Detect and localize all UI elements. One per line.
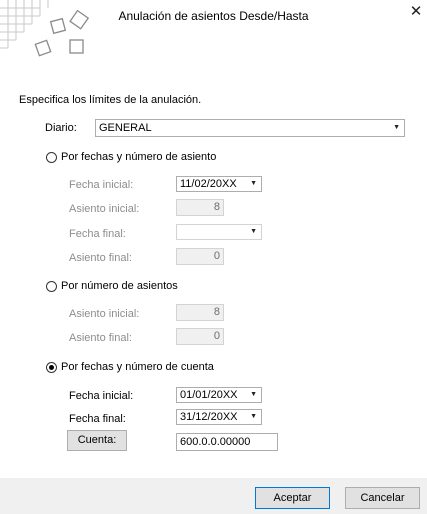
fecha-final-label-1: Fecha final: [69, 228, 126, 240]
cancel-button[interactable]: Cancelar [345, 487, 420, 509]
fecha-inicial-value-3: 01/01/20XX [180, 389, 238, 401]
diario-value: GENERAL [99, 122, 152, 134]
fecha-inicial-select-1[interactable]: 11/02/20XX ▼ [176, 176, 262, 192]
radio-fechas-cuenta-label: Por fechas y número de cuenta [61, 361, 214, 373]
asiento-inicial-label-2: Asiento inicial: [69, 308, 140, 320]
cuenta-field[interactable]: 600.0.0.00000 [176, 433, 278, 451]
fecha-final-label-3: Fecha final: [69, 413, 126, 425]
cuenta-button[interactable]: Cuenta: [67, 430, 127, 451]
fecha-inicial-select-3[interactable]: 01/01/20XX ▼ [176, 387, 262, 403]
asiento-inicial-field-2[interactable]: 8 [176, 304, 224, 321]
chevron-down-icon: ▼ [250, 391, 257, 398]
radio-fechas-asiento-label: Por fechas y número de asiento [61, 151, 217, 163]
diario-label: Diario: [45, 122, 77, 134]
radio-fechas-asiento[interactable] [46, 152, 57, 163]
asiento-final-label-2: Asiento final: [69, 332, 132, 344]
close-icon[interactable]: ✕ [408, 4, 424, 20]
asiento-final-field-1[interactable]: 0 [176, 248, 224, 265]
asiento-final-label-1: Asiento final: [69, 252, 132, 264]
chevron-down-icon: ▼ [250, 180, 257, 187]
chevron-down-icon: ▼ [393, 124, 400, 131]
accept-button[interactable]: Aceptar [255, 487, 330, 509]
diario-select[interactable]: GENERAL ▼ [95, 119, 405, 137]
asiento-inicial-label-1: Asiento inicial: [69, 203, 140, 215]
fecha-inicial-value-1: 11/02/20XX [180, 178, 237, 190]
instructions-heading: Especifica los límites de la anulación. [19, 94, 202, 106]
asiento-final-field-2[interactable]: 0 [176, 328, 224, 345]
chevron-down-icon: ▼ [250, 413, 257, 420]
radio-fechas-cuenta[interactable] [46, 362, 57, 373]
fecha-inicial-label-1: Fecha inicial: [69, 179, 134, 191]
window-title: Anulación de asientos Desde/Hasta [118, 9, 309, 23]
radio-numero-asientos[interactable] [46, 281, 57, 292]
radio-numero-asientos-label: Por número de asientos [61, 280, 178, 292]
fecha-final-value-3: 31/12/20XX [180, 411, 238, 423]
fecha-inicial-label-3: Fecha inicial: [69, 390, 134, 402]
asiento-inicial-field-1[interactable]: 8 [176, 199, 224, 216]
fecha-final-select-1[interactable]: ▼ [176, 224, 262, 240]
fecha-final-select-3[interactable]: 31/12/20XX ▼ [176, 409, 262, 425]
chevron-down-icon: ▼ [250, 228, 257, 235]
